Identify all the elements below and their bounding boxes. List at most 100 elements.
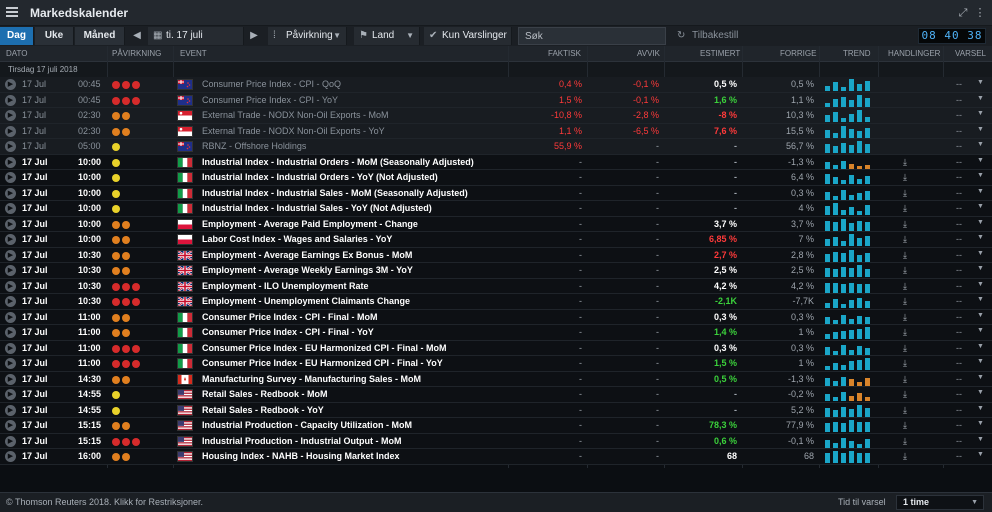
- trend-sparkline[interactable]: [825, 450, 873, 463]
- alert-time-select[interactable]: 1 time ▼: [896, 495, 984, 510]
- col-impact[interactable]: PÅVIRKNING: [112, 49, 161, 58]
- alert-setting[interactable]: --: [956, 405, 962, 415]
- event-name[interactable]: Employment - ILO Unemployment Rate: [202, 281, 369, 291]
- download-icon[interactable]: ⤓: [903, 234, 907, 245]
- chevron-down-icon[interactable]: ▼: [977, 157, 984, 164]
- event-row[interactable]: ▶ 17 Jul 00:45 Consumer Price Index - CP…: [0, 92, 992, 108]
- chevron-down-icon[interactable]: ▼: [977, 79, 984, 86]
- trend-sparkline[interactable]: [825, 264, 873, 277]
- expand-row-icon[interactable]: ▶: [5, 218, 16, 230]
- trend-sparkline[interactable]: [825, 419, 873, 432]
- download-icon[interactable]: ⤓: [903, 389, 907, 400]
- event-row[interactable]: ▶ 17 Jul 02:30 External Trade - NODX Non…: [0, 108, 992, 124]
- chevron-down-icon[interactable]: ▼: [977, 312, 984, 319]
- download-icon[interactable]: ⤓: [903, 436, 907, 447]
- download-icon[interactable]: ⤓: [903, 420, 907, 431]
- chevron-down-icon[interactable]: ▼: [977, 265, 984, 272]
- trend-sparkline[interactable]: [825, 404, 873, 417]
- chevron-down-icon[interactable]: ▼: [977, 358, 984, 365]
- event-name[interactable]: Consumer Price Index - CPI - QoQ: [202, 79, 341, 89]
- download-icon[interactable]: ⤓: [903, 188, 907, 199]
- tab-month[interactable]: Måned: [75, 27, 125, 45]
- event-name[interactable]: Industrial Index - Industrial Orders - M…: [202, 157, 474, 167]
- expand-row-icon[interactable]: ▶: [5, 125, 16, 137]
- expand-row-icon[interactable]: ▶: [5, 373, 16, 385]
- chevron-down-icon[interactable]: ▼: [977, 374, 984, 381]
- trend-sparkline[interactable]: [825, 156, 873, 169]
- expand-row-icon[interactable]: ▶: [5, 435, 16, 447]
- search-input[interactable]: Søk: [518, 27, 666, 45]
- download-icon[interactable]: ⤓: [903, 451, 907, 462]
- window-menu-icon[interactable]: ⋮: [973, 6, 987, 20]
- chevron-down-icon[interactable]: ▼: [977, 141, 984, 148]
- download-icon[interactable]: ⤓: [903, 327, 907, 338]
- event-name[interactable]: Manufacturing Survey - Manufacturing Sal…: [202, 374, 421, 384]
- trend-sparkline[interactable]: [825, 171, 873, 184]
- event-name[interactable]: Industrial Production - Capacity Utiliza…: [202, 420, 412, 430]
- alert-setting[interactable]: --: [956, 389, 962, 399]
- expand-row-icon[interactable]: ▶: [5, 249, 16, 261]
- expand-row-icon[interactable]: ▶: [5, 110, 16, 121]
- chevron-down-icon[interactable]: ▼: [977, 327, 984, 334]
- alert-setting[interactable]: --: [956, 157, 962, 167]
- event-name[interactable]: Retail Sales - Redbook - MoM: [202, 389, 328, 399]
- alert-setting[interactable]: --: [956, 250, 962, 260]
- download-icon[interactable]: ⤓: [903, 203, 907, 214]
- expand-row-icon[interactable]: ▶: [5, 280, 16, 292]
- event-row[interactable]: ▶ 17 Jul 10:00 Industrial Index - Indust…: [0, 185, 992, 201]
- download-icon[interactable]: ⤓: [903, 343, 907, 354]
- chevron-down-icon[interactable]: ▼: [977, 203, 984, 210]
- alert-setting[interactable]: --: [956, 451, 962, 461]
- trend-sparkline[interactable]: [825, 233, 873, 246]
- download-icon[interactable]: ⤓: [903, 172, 907, 183]
- alert-setting[interactable]: --: [956, 265, 962, 275]
- alert-setting[interactable]: --: [956, 281, 962, 291]
- col-alert[interactable]: VARSEL: [955, 49, 986, 58]
- event-row[interactable]: ▶ 17 Jul 11:00 Consumer Price Index - EU…: [0, 356, 992, 372]
- expand-row-icon[interactable]: ▶: [5, 404, 16, 416]
- col-actual[interactable]: FAKTISK: [548, 49, 581, 58]
- event-name[interactable]: RBNZ - Offshore Holdings: [202, 141, 306, 151]
- trend-sparkline[interactable]: [825, 78, 873, 91]
- event-name[interactable]: Industrial Index - Industrial Sales - Yo…: [202, 203, 432, 213]
- trend-sparkline[interactable]: [825, 311, 873, 324]
- chevron-down-icon[interactable]: ▼: [977, 420, 984, 427]
- alert-setting[interactable]: --: [956, 110, 962, 120]
- expand-row-icon[interactable]: ▶: [5, 172, 16, 183]
- col-trend[interactable]: TREND: [843, 49, 871, 58]
- date-picker[interactable]: ▦ ti. 17 juli: [148, 27, 244, 45]
- expand-row-icon[interactable]: ▶: [5, 141, 16, 152]
- alert-setting[interactable]: --: [956, 420, 962, 430]
- event-row[interactable]: ▶ 17 Jul 10:30 Employment - ILO Unemploy…: [0, 278, 992, 294]
- chevron-down-icon[interactable]: ▼: [977, 389, 984, 396]
- event-name[interactable]: Consumer Price Index - EU Harmonized CPI…: [202, 343, 447, 353]
- alert-setting[interactable]: --: [956, 141, 962, 151]
- expand-row-icon[interactable]: ▶: [5, 94, 16, 106]
- trend-sparkline[interactable]: [825, 94, 873, 107]
- download-icon[interactable]: ⤓: [903, 296, 907, 307]
- tab-week[interactable]: Uke: [35, 27, 74, 45]
- trend-sparkline[interactable]: [825, 218, 873, 231]
- expand-row-icon[interactable]: ▶: [5, 265, 16, 276]
- trend-sparkline[interactable]: [825, 373, 873, 386]
- alert-setting[interactable]: --: [956, 327, 962, 337]
- download-icon[interactable]: ⤓: [903, 358, 907, 369]
- alert-setting[interactable]: --: [956, 312, 962, 322]
- alert-setting[interactable]: --: [956, 126, 962, 136]
- alert-setting[interactable]: --: [956, 374, 962, 384]
- col-event[interactable]: EVENT: [180, 49, 207, 58]
- trend-sparkline[interactable]: [825, 140, 873, 153]
- event-row[interactable]: ▶ 17 Jul 02:30 External Trade - NODX Non…: [0, 123, 992, 139]
- event-row[interactable]: ▶ 17 Jul 11:00 Consumer Price Index - EU…: [0, 340, 992, 356]
- expand-row-icon[interactable]: ▶: [5, 327, 16, 338]
- expand-icon[interactable]: ⤢: [956, 6, 970, 20]
- event-row[interactable]: ▶ 17 Jul 10:00 Employment - Average Paid…: [0, 216, 992, 232]
- chevron-down-icon[interactable]: ▼: [977, 95, 984, 102]
- trend-sparkline[interactable]: [825, 326, 873, 339]
- expand-row-icon[interactable]: ▶: [5, 451, 16, 462]
- event-name[interactable]: Consumer Price Index - CPI - Final - MoM: [202, 312, 378, 322]
- alert-setting[interactable]: --: [956, 234, 962, 244]
- trend-sparkline[interactable]: [825, 202, 873, 215]
- event-row[interactable]: ▶ 17 Jul 05:00 RBNZ - Offshore Holdings …: [0, 139, 992, 155]
- tab-day[interactable]: Dag: [0, 27, 34, 45]
